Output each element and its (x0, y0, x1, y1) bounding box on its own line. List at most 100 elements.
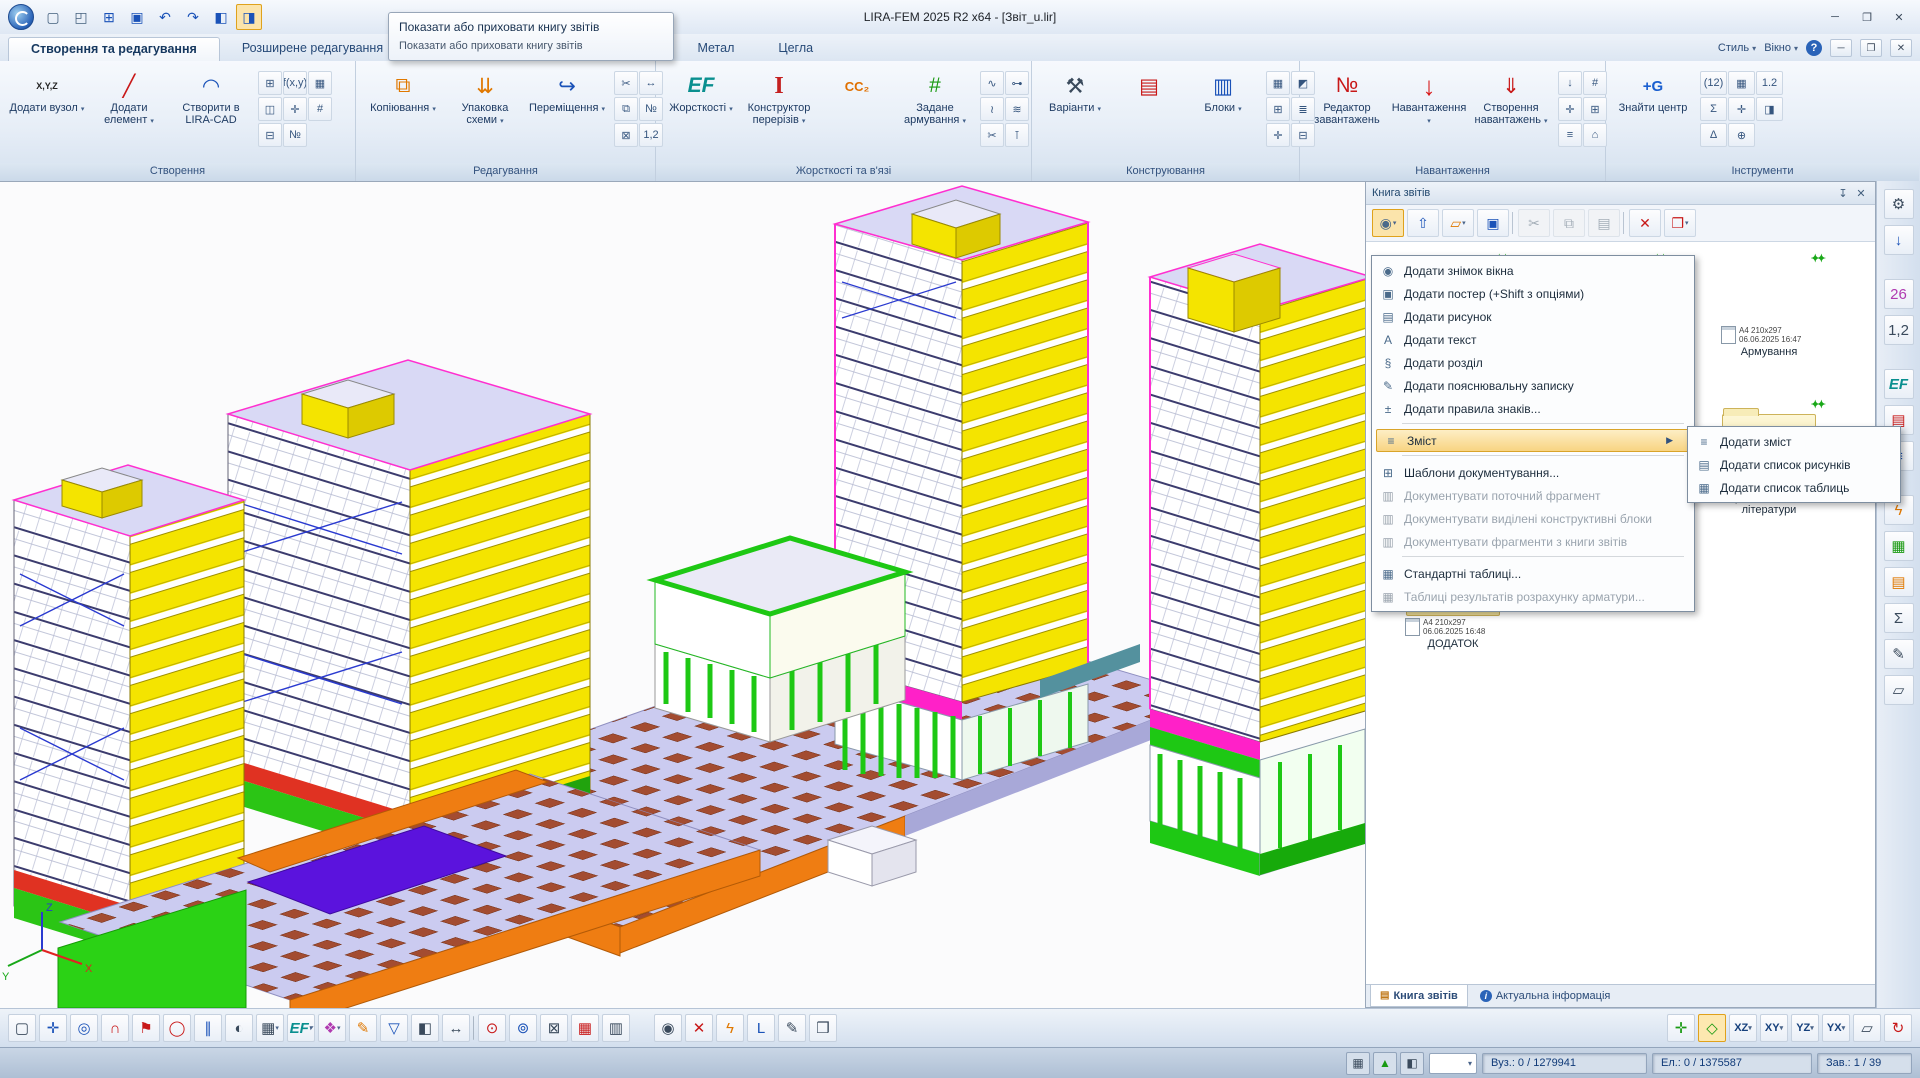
ribbon-small-icon[interactable]: ▦ (308, 71, 332, 95)
units-toggle[interactable]: ◧ (1400, 1052, 1424, 1075)
redo-button[interactable]: ↷ (180, 4, 206, 30)
ribbon-small-icon[interactable]: ↓ (1558, 71, 1582, 95)
submenu-item[interactable]: ▦ Додати список таблиць (1690, 476, 1898, 499)
ribbon-button[interactable]: +G Знайти центр ▾ (1612, 65, 1694, 161)
erase-selection-button[interactable]: ⊠▾ (540, 1014, 568, 1042)
ribbon-tab[interactable]: Метал (675, 37, 756, 61)
sum-button[interactable]: Σ (1884, 603, 1914, 633)
style-menu[interactable]: Стиль▾ (1718, 42, 1756, 54)
mdi-close-button[interactable]: ✕ (1890, 39, 1912, 57)
results-digits-button[interactable]: 26 (1884, 279, 1914, 309)
ribbon-small-icon[interactable]: ∿ (980, 71, 1004, 95)
ribbon-button[interactable]: ◠ Створити в LIRA-CAD ▾ (170, 65, 252, 161)
up-direction-toggle[interactable]: ▲ (1373, 1052, 1397, 1075)
ribbon-tab[interactable]: Цегла (756, 37, 835, 61)
ribbon-small-icon[interactable]: ⊞ (1266, 97, 1290, 121)
stiffness-display-button[interactable]: EF▾ (287, 1014, 315, 1042)
menu-item[interactable]: ≡ Зміст ▶ (1376, 429, 1690, 452)
mdi-minimize-button[interactable]: ─ (1830, 39, 1852, 57)
model-viewport[interactable]: Z X Y (0, 181, 1365, 1008)
ribbon-small-icon[interactable]: ⊟ (258, 123, 282, 147)
projection-button[interactable]: ∥▾ (194, 1014, 222, 1042)
volume-display-button[interactable]: ◧▾ (411, 1014, 439, 1042)
ribbon-small-icon[interactable]: ⌂ (1583, 123, 1607, 147)
element-select-button[interactable]: ⊚▾ (509, 1014, 537, 1042)
magnet-snap-button[interactable]: ∩▾ (101, 1014, 129, 1042)
ribbon-tab[interactable]: Створення та редагування (8, 37, 220, 61)
node-select-button[interactable]: ⊙▾ (478, 1014, 506, 1042)
add-content-button[interactable]: ◉▾ (1372, 209, 1404, 237)
fragment-save-button[interactable]: ❒▾ (809, 1014, 837, 1042)
ribbon-button[interactable]: ▤ ▾ (1112, 65, 1186, 161)
edit-button[interactable]: ✎▾ (778, 1014, 806, 1042)
panel-tab[interactable]: i Актуальна інформація (1470, 985, 1621, 1007)
restore-button[interactable]: ❐ (1852, 6, 1882, 28)
zoom-in-button[interactable]: ◉▾ (654, 1014, 682, 1042)
panel-tab[interactable]: ▤ Книга звітів (1370, 985, 1468, 1007)
report-book-toggle[interactable]: ◨ (236, 4, 262, 30)
report-copy-button[interactable]: ⧉▾ (1553, 209, 1585, 237)
fragment-off-button[interactable]: ▥▾ (602, 1014, 630, 1042)
ribbon-small-icon[interactable]: ▦ (1728, 71, 1755, 95)
undo-button[interactable]: ↶ (152, 4, 178, 30)
display-options-button[interactable]: ❖▾ (318, 1014, 346, 1042)
ribbon-button[interactable]: CC₂ ▾ (818, 65, 896, 161)
ribbon-small-icon[interactable]: ⧉ (614, 97, 638, 121)
rotate-view-button[interactable]: ◎▾ (70, 1014, 98, 1042)
menu-item[interactable]: ▥ Документувати виділені конструктивні б… (1374, 507, 1692, 530)
ribbon-small-icon[interactable]: ✛ (1558, 97, 1582, 121)
ribbon-button[interactable]: ⇊ Упаковка схеми ▾ (444, 65, 526, 161)
fragment-button[interactable]: ▦▾ (571, 1014, 599, 1042)
ribbon-small-icon[interactable]: ⊶ (1005, 71, 1029, 95)
ribbon-small-icon[interactable]: ⊞ (258, 71, 282, 95)
ribbon-small-icon[interactable]: ⊞ (1583, 97, 1607, 121)
view-xy-button[interactable]: XY▾ (1760, 1014, 1788, 1042)
report-print-button[interactable]: ❒▾ (1664, 209, 1696, 237)
dimensions-button[interactable]: ↔▾ (442, 1014, 470, 1042)
menu-item[interactable]: ✎ Додати пояснювальну записку ▶ (1374, 374, 1692, 397)
view-yz-button[interactable]: YZ▾ (1791, 1014, 1819, 1042)
report-delete-button[interactable]: ✕▾ (1629, 209, 1661, 237)
ribbon-small-icon[interactable]: (12) (1700, 71, 1727, 95)
perspective-button[interactable]: ▱▾ (1853, 1014, 1881, 1042)
zoom-window-button[interactable]: ◯▾ (163, 1014, 191, 1042)
submenu-item[interactable]: ▤ Додати список рисунків (1690, 453, 1898, 476)
panel-close-icon[interactable]: ✕ (1853, 187, 1869, 200)
ribbon-button[interactable]: I Конструктор перерізів ▾ (740, 65, 818, 161)
ribbon-small-icon[interactable]: ✂ (614, 71, 638, 95)
masonry-button[interactable]: ▤ (1884, 567, 1914, 597)
ribbon-small-icon[interactable]: ⊺ (1005, 123, 1029, 147)
report-open-button[interactable]: ▱▾ (1442, 209, 1474, 237)
ribbon-small-icon[interactable]: № (283, 123, 307, 147)
minimize-button[interactable]: ─ (1820, 6, 1850, 28)
shading-button[interactable]: ◐▾ (225, 1014, 253, 1042)
mesh-display-button[interactable]: ▦▾ (256, 1014, 284, 1042)
ribbon-tab[interactable]: Розширене редагування (220, 37, 405, 61)
stiffness-ef-button[interactable]: EF (1884, 369, 1914, 399)
ribbon-button[interactable]: ⧉ Копіювання ▾ (362, 65, 444, 161)
menu-item[interactable]: ▦ Стандартні таблиці... ▶ (1374, 562, 1692, 585)
close-button[interactable]: ✕ (1884, 6, 1914, 28)
collapse-panel-button[interactable]: ↓ (1884, 225, 1914, 255)
ribbon-button[interactable]: ↪ Переміщення ▾ (526, 65, 608, 161)
label-button[interactable]: L▾ (747, 1014, 775, 1042)
pan-button[interactable]: ✛▾ (39, 1014, 67, 1042)
flash-select-button[interactable]: ϟ▾ (716, 1014, 744, 1042)
menu-item[interactable]: ▥ Документувати поточний фрагмент ▶ (1374, 484, 1692, 507)
ribbon-small-icon[interactable]: ◫ (258, 97, 282, 121)
selection-mode-button[interactable]: ▢▾ (8, 1014, 36, 1042)
menu-item[interactable]: ◉ Додати знімок вікна ▶ (1374, 259, 1692, 282)
ribbon-button[interactable]: # Задане армування ▾ (896, 65, 974, 161)
ribbon-button[interactable]: ⚒ Варіанти ▾ (1038, 65, 1112, 161)
open-file-button[interactable]: ◰ (68, 4, 94, 30)
numbering-button[interactable]: 1,2 (1884, 315, 1914, 345)
menu-item[interactable]: ⊞ Шаблони документування... ▶ (1374, 461, 1692, 484)
ribbon-small-icon[interactable]: Σ (1700, 97, 1727, 121)
settings-gear-button[interactable]: ⚙ (1884, 189, 1914, 219)
delete-button[interactable]: ✕▾ (685, 1014, 713, 1042)
flag-marker-button[interactable]: ⚑▾ (132, 1014, 160, 1042)
window-menu[interactable]: Вікно▾ (1764, 42, 1798, 54)
view-yx-button[interactable]: YX▾ (1822, 1014, 1850, 1042)
menu-item[interactable]: § Додати розділ ▶ (1374, 351, 1692, 374)
ribbon-small-icon[interactable]: ≋ (1005, 97, 1029, 121)
